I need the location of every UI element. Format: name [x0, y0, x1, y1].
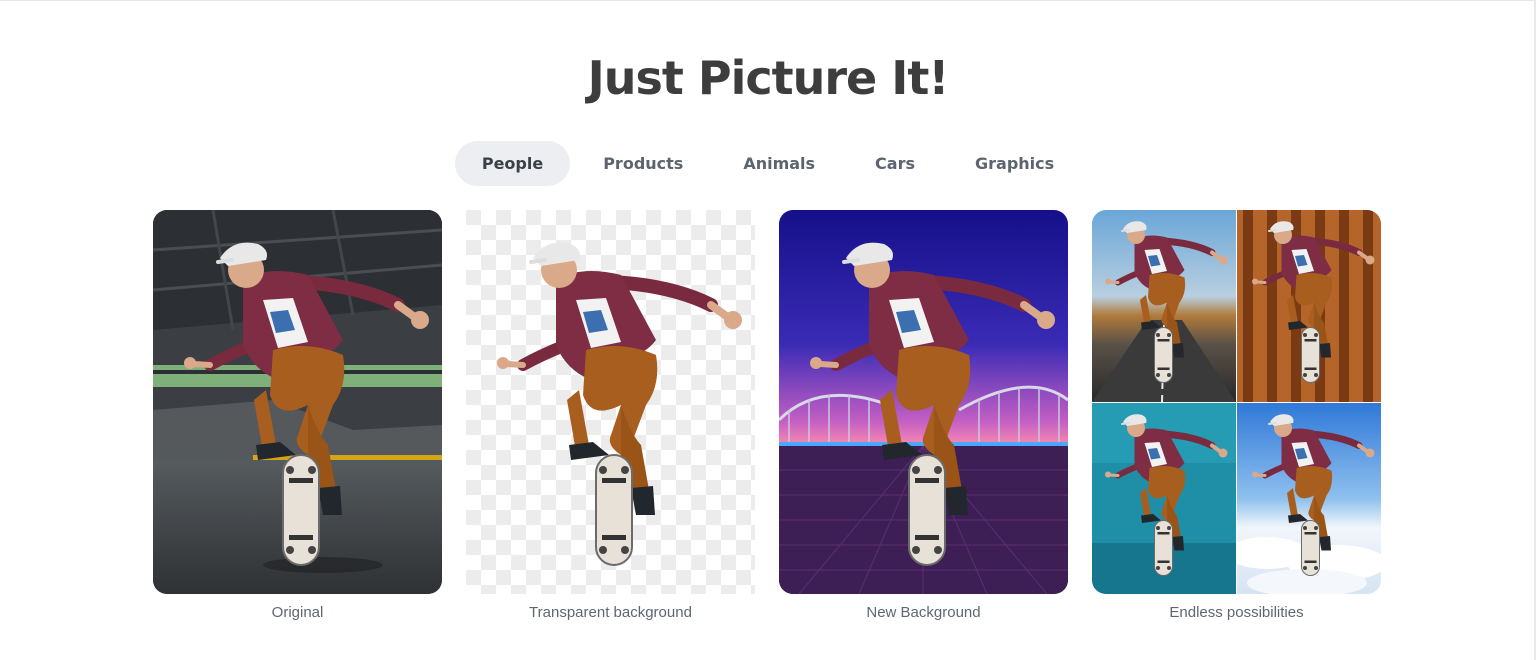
collage-orange-stripes	[1237, 210, 1381, 402]
page-title: Just Picture It!	[587, 51, 950, 105]
collage-clouds	[1237, 403, 1381, 594]
caption-original: Original	[271, 604, 324, 621]
page: Just Picture It! People Products Animals…	[0, 0, 1536, 660]
caption-transparent: Transparent background	[529, 604, 692, 621]
collage-desert-road	[1092, 210, 1236, 402]
tab-products[interactable]: Products	[576, 141, 710, 186]
original-photo	[153, 210, 442, 594]
tab-people[interactable]: People	[454, 141, 571, 186]
tab-animals[interactable]: Animals	[716, 141, 842, 186]
example-card-endless[interactable]: Endless possibilities	[1092, 210, 1381, 621]
endless-collage	[1092, 210, 1381, 594]
category-tabs: People Products Animals Cars Graphics	[0, 141, 1536, 186]
new-background-photo	[779, 210, 1068, 594]
example-card-transparent[interactable]: Transparent background	[466, 210, 755, 621]
collage-teal	[1092, 403, 1236, 594]
tab-cars[interactable]: Cars	[848, 141, 942, 186]
transparent-photo	[466, 210, 755, 594]
example-card-new-background[interactable]: New Background	[779, 210, 1068, 621]
caption-endless: Endless possibilities	[1169, 604, 1304, 621]
examples-grid: Original Transparent background New Back…	[153, 210, 1383, 621]
tab-graphics[interactable]: Graphics	[948, 141, 1081, 186]
caption-new-background: New Background	[866, 604, 981, 621]
example-card-original[interactable]: Original	[153, 210, 442, 621]
